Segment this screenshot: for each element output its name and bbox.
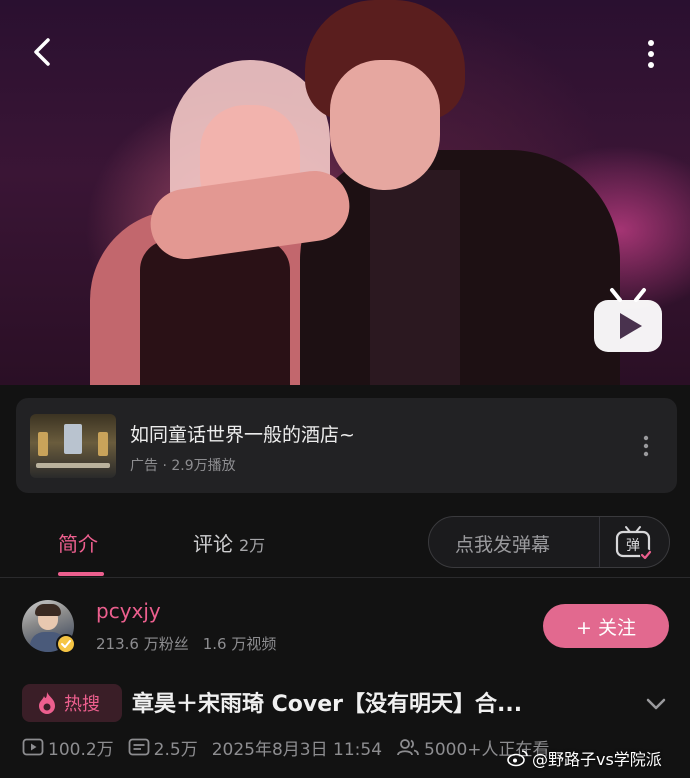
ad-title: 如同童话世界一般的酒店~ (130, 424, 355, 446)
video-frame-figure (330, 60, 440, 190)
video-frame-figure (300, 150, 620, 385)
video-frame-figure (140, 240, 290, 385)
chevron-down-icon[interactable] (642, 692, 670, 716)
video-player[interactable] (0, 0, 690, 385)
viewers-icon (396, 738, 420, 756)
more-vertical-icon (648, 40, 654, 68)
watermark: @野路子vs学院派 (507, 746, 662, 770)
ad-thumbnail (30, 414, 116, 478)
tab-comments-label: 评论 (193, 532, 233, 556)
flame-icon (39, 692, 55, 714)
danmaku-toggle-icon[interactable]: 弹 (613, 524, 653, 562)
more-options-button[interactable] (636, 36, 666, 72)
uploader-videos: 1.6 万视频 (202, 635, 277, 653)
ad-card[interactable]: 如同童话世界一般的酒店~ 广告 · 2.9万播放 (16, 398, 677, 493)
publish-date: 2025年8月3日 11:54 (211, 739, 383, 760)
verified-badge-icon (56, 634, 76, 654)
tab-comments[interactable]: 评论 2万 (193, 528, 265, 557)
video-title: 章昊＋宋雨琦 Cover【没有明天】合... (132, 692, 523, 717)
hot-search-label: 热搜 (64, 694, 100, 715)
play-count-icon (22, 738, 44, 756)
uploader-name[interactable]: pcyxjy (96, 599, 161, 623)
video-stats: 100.2万 2.5万 2025年8月3日 11:54 5000+人正在看 (22, 734, 550, 760)
video-frame-figure (370, 170, 460, 385)
weibo-icon (507, 750, 528, 767)
back-button[interactable] (24, 34, 60, 70)
danmaku-count: 2.5万 (153, 739, 198, 760)
danmaku-toggle-label: 弹 (626, 538, 640, 554)
watermark-text: @野路子vs学院派 (532, 750, 662, 769)
ad-meta: 广告 · 2.9万播放 (130, 458, 236, 474)
tab-active-indicator (58, 572, 104, 576)
more-vertical-icon (643, 435, 649, 457)
follow-button[interactable]: + 关注 (543, 604, 669, 648)
play-count: 100.2万 (48, 739, 114, 760)
uploader-fans: 213.6 万粉丝 (96, 635, 189, 653)
chevron-left-icon (34, 38, 50, 66)
danmaku-input[interactable]: 点我发弹幕 (455, 530, 550, 557)
ad-more-button[interactable] (636, 432, 656, 460)
divider (0, 577, 690, 578)
bilibili-tv-icon (594, 288, 662, 352)
danmaku-count-icon (128, 738, 150, 756)
hot-search-badge[interactable]: 热搜 (22, 684, 122, 722)
tab-comments-count: 2万 (239, 536, 266, 555)
tab-intro[interactable]: 简介 (58, 528, 98, 557)
divider (599, 517, 600, 567)
uploader-stats: 213.6 万粉丝 1.6 万视频 (96, 633, 276, 654)
danmaku-bar: 点我发弹幕 弹 (428, 516, 670, 568)
